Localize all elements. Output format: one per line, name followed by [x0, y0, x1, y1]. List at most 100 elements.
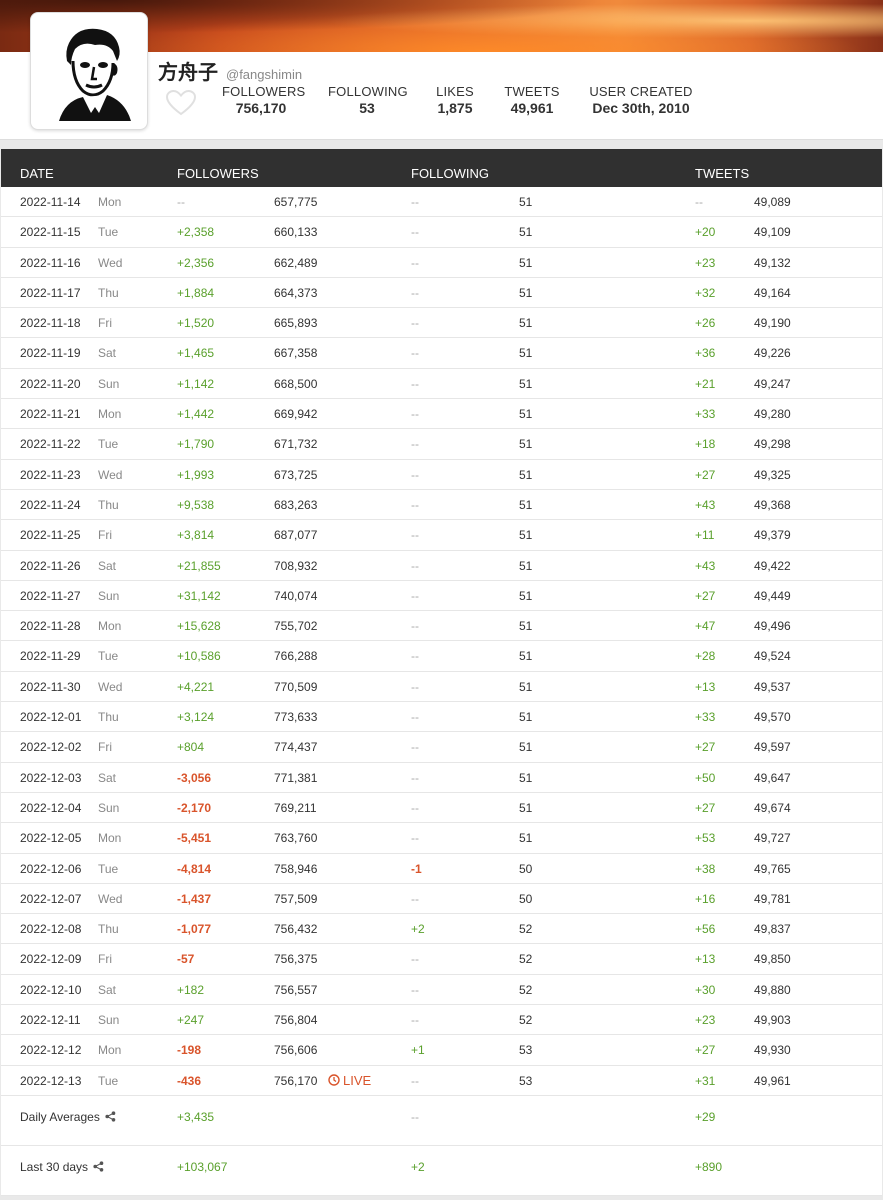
page: 方舟子 @fangshimin FOLLOWERS 756,170 FOLLOW…: [0, 0, 883, 1200]
row-following-change: --: [411, 770, 419, 785]
row-weekday: Tue: [98, 1073, 119, 1088]
row-date: 2022-12-13: [20, 1073, 82, 1088]
row-following-change: --: [411, 528, 419, 543]
row-tweets-change: +38: [695, 861, 716, 876]
row-tweets-total: 49,537: [754, 679, 791, 694]
summary-following-change: +2: [411, 1159, 425, 1174]
live-indicator[interactable]: LIVE: [328, 1073, 371, 1088]
row-following-total: 51: [519, 588, 533, 603]
stat-likes-value: 1,875: [437, 100, 473, 116]
row-followers-total: 756,557: [274, 982, 318, 997]
row-followers-change: +15,628: [177, 619, 221, 634]
row-following-change: --: [411, 346, 419, 361]
row-weekday: Fri: [98, 740, 112, 755]
row-weekday: Sun: [98, 588, 120, 603]
header-tweets: TWEETS: [695, 166, 750, 181]
row-following-total: 51: [519, 346, 533, 361]
row-following-total: 51: [519, 467, 533, 482]
row-followers-change: -2,170: [177, 800, 212, 815]
row-tweets-total: 49,109: [754, 225, 791, 240]
row-weekday: Wed: [98, 255, 123, 270]
row-following-total: 51: [519, 407, 533, 422]
avatar[interactable]: [30, 12, 148, 130]
row-followers-total: 668,500: [274, 376, 318, 391]
row-following-change: --: [411, 437, 419, 452]
row-tweets-change: +56: [695, 922, 716, 937]
row-weekday: Sun: [98, 376, 120, 391]
row-following-change: --: [411, 831, 419, 846]
row-tweets-total: 49,570: [754, 710, 791, 725]
row-followers-total: 708,932: [274, 558, 318, 573]
row-following-total: 51: [519, 679, 533, 694]
row-tweets-change: +23: [695, 1013, 716, 1028]
row-tweets-change: +28: [695, 649, 716, 664]
live-label: LIVE: [343, 1072, 372, 1088]
row-following-change: --: [411, 285, 419, 300]
row-following-total: 51: [519, 558, 533, 573]
row-followers-total: 740,074: [274, 588, 318, 603]
row-following-change: --: [411, 316, 419, 331]
row-following-change: --: [411, 195, 419, 209]
row-followers-total: 756,170: [274, 1073, 318, 1088]
row-weekday: Fri: [98, 952, 112, 967]
row-tweets-change: +53: [695, 831, 716, 846]
share-icon[interactable]: [105, 1111, 116, 1123]
row-weekday: Mon: [98, 195, 122, 209]
row-tweets-total: 49,280: [754, 407, 791, 422]
row-followers-change: +10,586: [177, 649, 221, 664]
row-date: 2022-12-03: [20, 770, 82, 785]
row-tweets-change: +27: [695, 740, 716, 755]
row-followers-change: -436: [177, 1073, 202, 1088]
row-tweets-total: 49,132: [754, 255, 791, 270]
row-weekday: Sat: [98, 770, 117, 785]
share-icon[interactable]: [93, 1161, 104, 1173]
row-date: 2022-11-20: [20, 376, 81, 391]
summary-label-text: Last 30 days: [20, 1159, 89, 1174]
row-tweets-total: 49,524: [754, 649, 791, 664]
row-followers-change: +1,884: [177, 285, 215, 300]
row-followers-change: +1,142: [177, 376, 215, 391]
table-row: 2022-12-12 Mon -198 756,606 +1 53 +27 49,930: [1, 1035, 882, 1066]
row-following-change: +2: [411, 922, 425, 937]
row-tweets-change: +13: [695, 679, 716, 694]
row-tweets-total: 49,368: [754, 497, 791, 512]
row-following-total: 51: [519, 225, 533, 240]
row-weekday: Wed: [98, 679, 123, 694]
table-row: 2022-11-15 Tue +2,358 660,133 -- 51 +20 49,109: [1, 217, 882, 248]
row-followers-change: +182: [177, 982, 205, 997]
row-following-total: 51: [519, 255, 533, 270]
table-row: 2022-12-05 Mon -5,451 763,760 -- 51 +53 49,727: [1, 823, 882, 854]
table-row: 2022-12-09 Fri -57 756,375 -- 52 +13 49,850: [1, 944, 882, 975]
row-following-total: 52: [519, 1013, 533, 1028]
row-date: 2022-12-01: [20, 710, 82, 725]
row-tweets-change: +43: [695, 558, 716, 573]
row-following-change: --: [411, 1013, 419, 1028]
heart-icon[interactable]: [165, 89, 197, 121]
summary-tweets-change: +890: [695, 1159, 723, 1174]
row-following-total: 52: [519, 952, 533, 967]
row-followers-change: +21,855: [177, 558, 221, 573]
table-row: 2022-12-10 Sat +182 756,557 -- 52 +30 49,880: [1, 974, 882, 1006]
row-followers-change: +2,358: [177, 225, 215, 240]
row-weekday: Mon: [98, 619, 122, 634]
profile-handle[interactable]: @fangshimin: [226, 67, 302, 82]
row-following-total: 51: [519, 316, 533, 331]
row-following-change: --: [411, 649, 419, 664]
row-date: 2022-12-02: [20, 740, 82, 755]
table-row: 2022-11-21 Mon +1,442 669,942 -- 51 +33 49,280: [1, 399, 882, 430]
row-followers-total: 757,509: [274, 891, 318, 906]
profile-name-row: 方舟子 @fangshimin: [158, 56, 302, 85]
row-following-change: --: [411, 255, 419, 270]
table-row: 2022-11-17 Thu +1,884 664,373 -- 51 +32 49,164: [1, 277, 882, 309]
row-followers-change: +3,124: [177, 710, 215, 725]
clock-icon: [328, 1074, 340, 1086]
table-body: 2022-11-14 Mon -- 657,775 -- 51 -- 49,089 2022-1…: [1, 187, 882, 1096]
row-following-total: 51: [519, 528, 533, 543]
row-following-total: 51: [519, 285, 533, 300]
summary-label-text: Daily Averages: [20, 1109, 100, 1124]
row-followers-total: 673,725: [274, 467, 318, 482]
summary-label: Last 30 days: [20, 1160, 104, 1174]
row-followers-total: 664,373: [274, 285, 318, 300]
row-tweets-total: 49,674: [754, 800, 791, 815]
row-followers-total: 669,942: [274, 407, 318, 422]
